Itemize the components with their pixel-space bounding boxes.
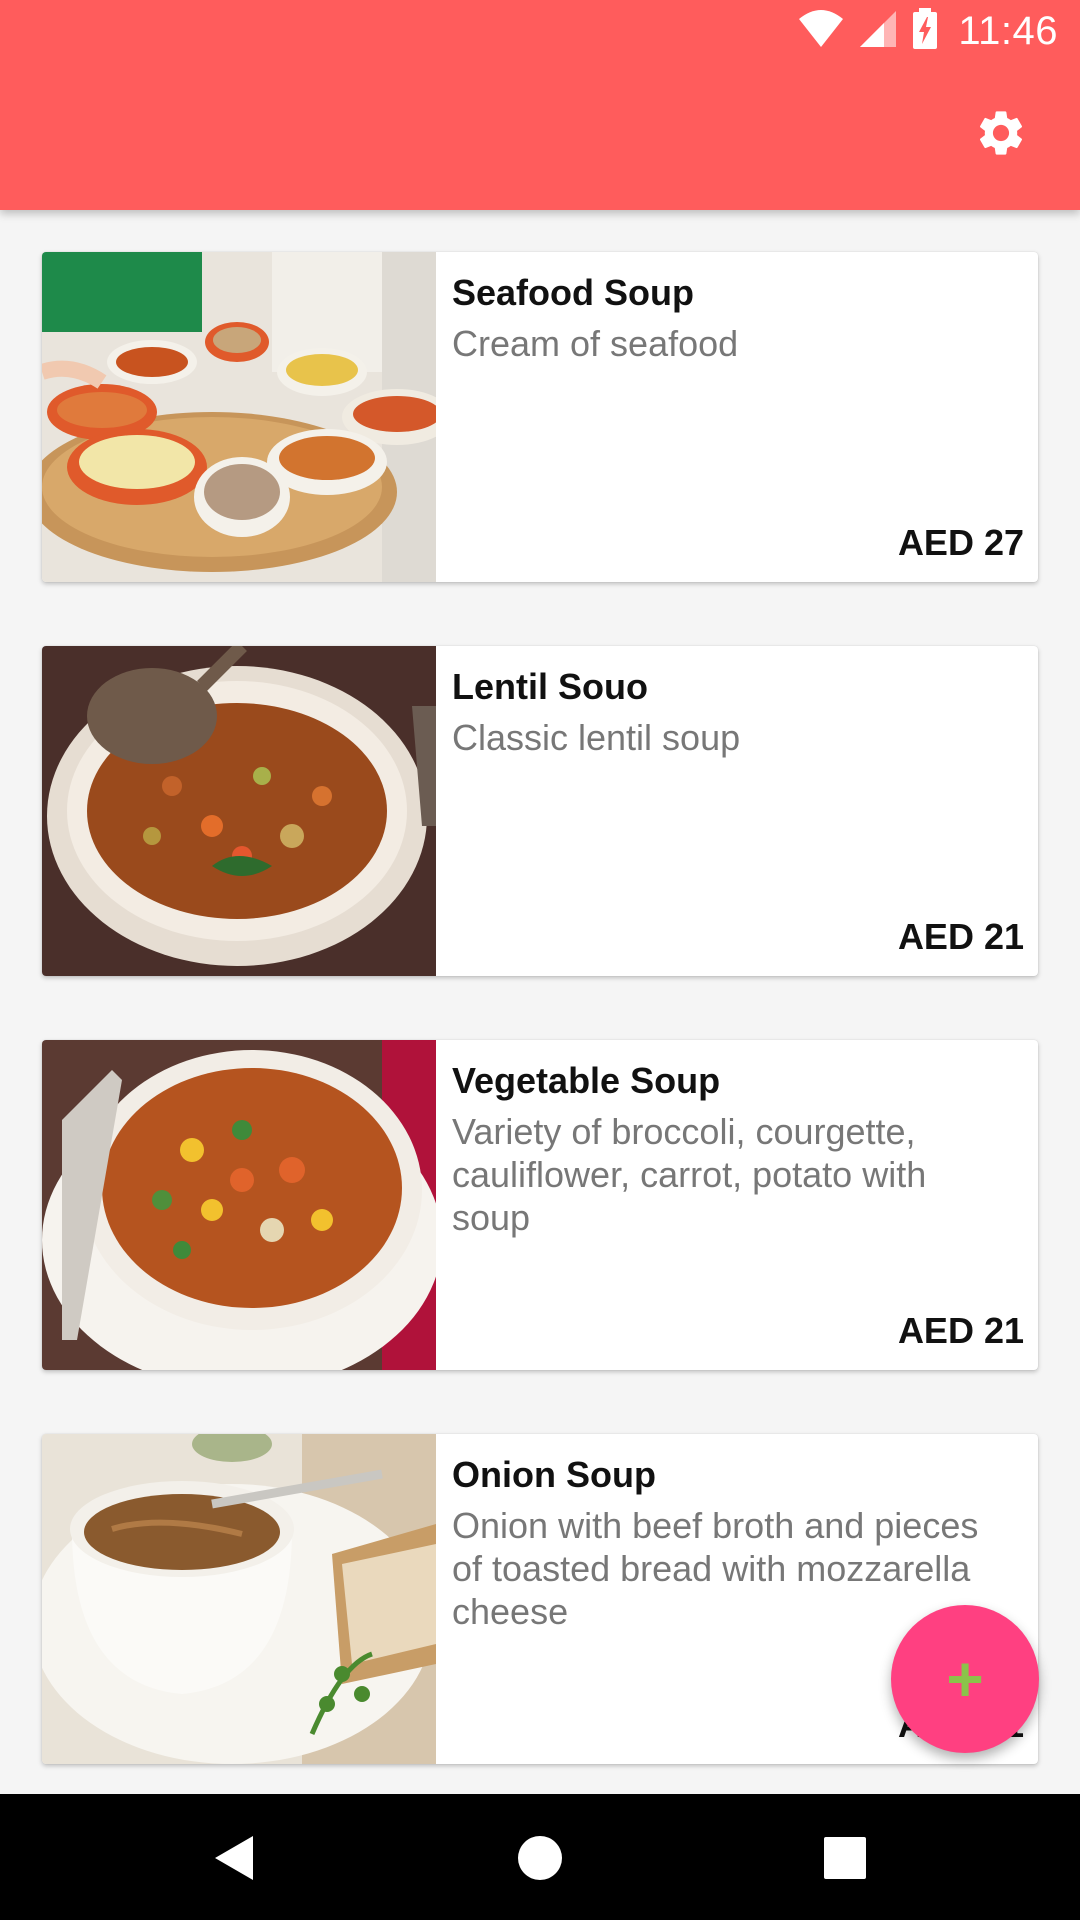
item-image (42, 1040, 436, 1370)
wifi-icon (798, 9, 844, 54)
item-image (42, 646, 436, 976)
item-price: AED 27 (897, 522, 1024, 563)
recents-icon[interactable] (815, 1828, 875, 1888)
item-title: Onion Soup (452, 1454, 656, 1495)
status-bar: 11:46 (0, 0, 1080, 64)
item-price: AED 21 (897, 1310, 1024, 1351)
signal-icon (858, 9, 898, 54)
add-button[interactable]: + (891, 1605, 1039, 1753)
item-title: Seafood Soup (452, 272, 694, 313)
item-price: AED 21 (897, 916, 1024, 957)
item-image (42, 252, 436, 582)
plus-icon: + (946, 1643, 984, 1715)
item-description: Cream of seafood (452, 323, 739, 364)
gear-icon (974, 106, 1028, 165)
item-image (42, 1434, 436, 1764)
item-description: Variety of broccoli, courgette, cauliflo… (452, 1111, 927, 1238)
list-item[interactable]: Lentil Souo Classic lentil soup AED 21 (42, 646, 1038, 976)
home-icon[interactable] (510, 1828, 570, 1888)
list-item[interactable]: Onion Soup Onion with beef broth and pie… (42, 1434, 1038, 1764)
app-bar: 11:46 (0, 0, 1080, 210)
item-title: Lentil Souo (452, 666, 648, 707)
item-description: Classic lentil soup (452, 717, 741, 758)
settings-button[interactable] (972, 106, 1030, 164)
battery-icon (912, 8, 938, 55)
status-time: 11:46 (958, 9, 1058, 53)
item-title: Vegetable Soup (452, 1060, 721, 1101)
soup-list[interactable]: Seafood Soup Cream of seafood AED 27 Len… (0, 210, 1080, 1794)
navigation-bar (0, 1794, 1080, 1920)
back-icon[interactable] (205, 1828, 265, 1888)
list-item[interactable]: Vegetable Soup Variety of broccoli, cour… (42, 1040, 1038, 1370)
list-item[interactable]: Seafood Soup Cream of seafood AED 27 (42, 252, 1038, 582)
